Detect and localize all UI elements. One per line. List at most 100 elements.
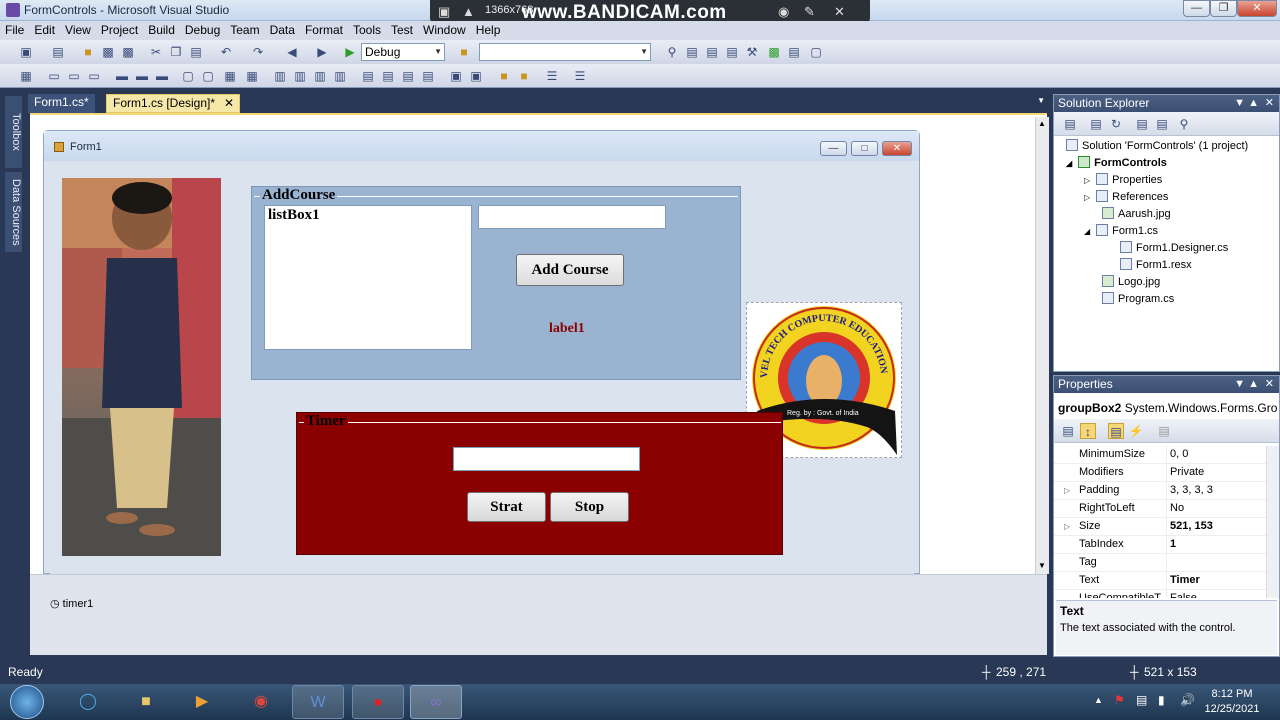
- tree-item-form1-cs[interactable]: ◢ Form1.cs: [1084, 223, 1158, 240]
- open-icon[interactable]: ■: [80, 44, 96, 60]
- find-in-files-icon[interactable]: ■: [456, 44, 472, 60]
- property-row[interactable]: MinimumSize 0, 0: [1054, 446, 1266, 464]
- start-page-icon[interactable]: ▩: [766, 44, 782, 60]
- refresh-icon[interactable]: ↻: [1108, 116, 1124, 132]
- property-pages-icon[interactable]: ▤: [1156, 423, 1172, 439]
- tree-item-form1-resx[interactable]: Form1.resx: [1120, 257, 1192, 274]
- course-listbox[interactable]: listBox1: [264, 205, 472, 350]
- property-value[interactable]: 1: [1166, 536, 1266, 553]
- property-row[interactable]: TabIndex 1: [1054, 536, 1266, 554]
- size-to-grid-icon[interactable]: ▦: [244, 68, 260, 84]
- class-diagram-icon[interactable]: ⚲: [1176, 116, 1192, 132]
- pin-icon[interactable]: ▲: [1248, 95, 1259, 112]
- pin-icon[interactable]: ▲: [1248, 376, 1259, 393]
- new-project-icon[interactable]: ▣: [18, 44, 34, 60]
- make-same-size-icon[interactable]: ▦: [222, 68, 238, 84]
- property-row[interactable]: ▷ Size 521, 153: [1054, 518, 1266, 536]
- data-sources-tab[interactable]: Data Sources: [5, 172, 22, 252]
- media-player-icon[interactable]: ▶: [176, 685, 228, 719]
- show-all-files-icon[interactable]: ▤: [1088, 116, 1104, 132]
- property-row[interactable]: RightToLeft No: [1054, 500, 1266, 518]
- course-textbox[interactable]: [478, 205, 666, 229]
- save-icon[interactable]: ▩: [100, 44, 116, 60]
- add-item-icon[interactable]: ▤: [50, 44, 66, 60]
- tree-item-logo-jpg[interactable]: Logo.jpg: [1102, 274, 1160, 291]
- expander-icon[interactable]: ◢: [1066, 159, 1072, 168]
- action-center-icon[interactable]: ⚑: [1114, 693, 1125, 707]
- close-icon[interactable]: ✕: [1265, 376, 1274, 393]
- navigate-forward-icon[interactable]: ▶: [314, 44, 330, 60]
- expand-icon[interactable]: ▷: [1064, 482, 1070, 499]
- timer-textbox[interactable]: [453, 447, 640, 471]
- paste-icon[interactable]: ▤: [188, 44, 204, 60]
- menu-window[interactable]: Window: [418, 21, 471, 39]
- form-maximize-button[interactable]: □: [851, 141, 878, 156]
- increase-vertical-spacing-icon[interactable]: ▤: [380, 68, 396, 84]
- property-row[interactable]: Tag: [1054, 554, 1266, 572]
- save-all-icon[interactable]: ▩: [120, 44, 136, 60]
- properties-icon[interactable]: ▤: [1062, 116, 1078, 132]
- property-row[interactable]: ▷ Padding 3, 3, 3, 3: [1054, 482, 1266, 500]
- toolbox-tab[interactable]: Toolbox: [5, 96, 22, 168]
- property-value[interactable]: Private: [1166, 464, 1266, 481]
- property-value[interactable]: Timer: [1166, 572, 1266, 589]
- increase-horizontal-spacing-icon[interactable]: ▥: [292, 68, 308, 84]
- align-tops-icon[interactable]: ▬: [114, 68, 130, 84]
- menu-view[interactable]: View: [60, 21, 96, 39]
- chrome-icon[interactable]: ◉: [235, 685, 287, 719]
- vertical-spacing-icon[interactable]: ▤: [360, 68, 376, 84]
- pencil-icon[interactable]: ✎: [804, 4, 815, 20]
- lock-controls-icon[interactable]: ☰: [572, 68, 588, 84]
- property-value[interactable]: 521, 153: [1166, 518, 1266, 535]
- close-tab-icon[interactable]: ✕: [224, 95, 234, 112]
- find-combo[interactable]: ▼: [479, 43, 651, 61]
- menu-data[interactable]: Data: [265, 21, 300, 39]
- dropdown-icon[interactable]: ▼: [1234, 95, 1245, 112]
- timer1-component[interactable]: ◷ timer1: [50, 597, 93, 610]
- menu-file[interactable]: File: [0, 21, 29, 39]
- property-row[interactable]: UseCompatibleT False: [1054, 590, 1266, 598]
- minimize-button[interactable]: —: [1183, 0, 1210, 17]
- align-centers-icon[interactable]: ▭: [66, 68, 82, 84]
- menu-test[interactable]: Test: [386, 21, 418, 39]
- solution-explorer-icon[interactable]: ▤: [684, 44, 700, 60]
- bring-to-front-icon[interactable]: ■: [496, 68, 512, 84]
- photo-picturebox[interactable]: [62, 178, 221, 556]
- tree-item-solution[interactable]: Solution 'FormControls' (1 project): [1066, 138, 1248, 155]
- align-rights-icon[interactable]: ▭: [86, 68, 102, 84]
- align-middles-icon[interactable]: ▬: [134, 68, 150, 84]
- tab-form1-code[interactable]: Form1.cs*: [28, 94, 95, 113]
- add-course-button[interactable]: Add Course: [516, 254, 624, 286]
- tree-item-aarush-jpg[interactable]: Aarush.jpg: [1102, 206, 1171, 223]
- device-icon[interactable]: ▤: [1136, 693, 1147, 707]
- tree-item-form1-designer[interactable]: Form1.Designer.cs: [1120, 240, 1228, 257]
- toolbox-icon[interactable]: ⚒: [744, 44, 760, 60]
- properties-icon[interactable]: ▤: [704, 44, 720, 60]
- send-to-back-icon[interactable]: ■: [516, 68, 532, 84]
- tree-item-references[interactable]: ▷ References: [1084, 189, 1168, 206]
- start-button[interactable]: [10, 685, 44, 719]
- property-value[interactable]: 3, 3, 3, 3: [1166, 482, 1266, 499]
- property-value[interactable]: No: [1166, 500, 1266, 517]
- show-hidden-icons[interactable]: ▲: [1094, 695, 1103, 705]
- file-explorer-icon[interactable]: ■: [120, 685, 172, 719]
- property-row[interactable]: Text Timer: [1054, 572, 1266, 590]
- view-code-icon[interactable]: ▤: [1134, 116, 1150, 132]
- undo-icon[interactable]: ↶: [218, 44, 234, 60]
- redo-icon[interactable]: ↷: [250, 44, 266, 60]
- menu-tools[interactable]: Tools: [348, 21, 386, 39]
- form-minimize-button[interactable]: —: [820, 141, 847, 156]
- scroll-down-icon[interactable]: ▼: [1038, 561, 1046, 570]
- expander-icon[interactable]: ▷: [1084, 176, 1090, 185]
- word-icon[interactable]: W: [292, 685, 344, 719]
- decrease-horizontal-spacing-icon[interactable]: ▥: [312, 68, 328, 84]
- close-icon[interactable]: ✕: [1265, 95, 1274, 112]
- copy-icon[interactable]: ❐: [168, 44, 184, 60]
- stop-button[interactable]: Stop: [550, 492, 629, 522]
- categorized-icon[interactable]: ▤: [1060, 423, 1076, 439]
- events-icon[interactable]: ⚡: [1128, 423, 1144, 439]
- tab-dropdown-icon[interactable]: ▼: [1037, 96, 1045, 105]
- menu-format[interactable]: Format: [300, 21, 348, 39]
- expand-icon[interactable]: ▷: [1064, 518, 1070, 535]
- menu-build[interactable]: Build: [143, 21, 180, 39]
